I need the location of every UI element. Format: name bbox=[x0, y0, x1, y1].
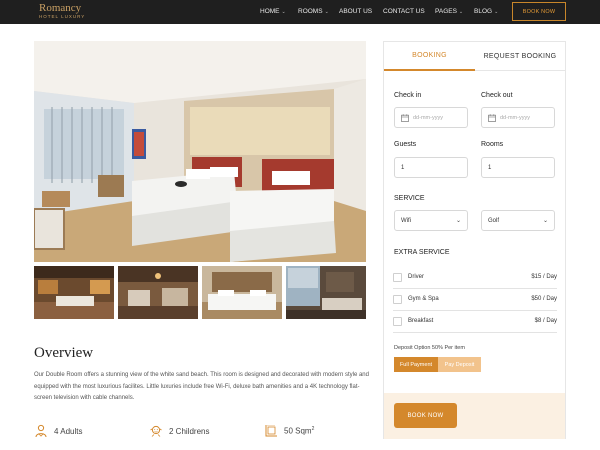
feature-adults-label: 4 Adults bbox=[54, 426, 83, 436]
rooms-label: Rooms bbox=[481, 141, 504, 148]
full-payment-button[interactable]: Full Payment bbox=[394, 357, 438, 372]
deposit-option-label: Deposit Option 50% Per item bbox=[394, 345, 465, 351]
brand-name: Romancy bbox=[39, 2, 82, 14]
chevron-down-icon: ⌄ bbox=[458, 9, 464, 15]
pay-deposit-button[interactable]: Pay Deposit bbox=[438, 357, 481, 372]
service-select-2[interactable]: Golf ⌄ bbox=[481, 210, 555, 231]
extra-service-price: $15 / Day bbox=[531, 274, 557, 280]
nav-item-home[interactable]: HOME ⌄ bbox=[260, 8, 286, 15]
adults-icon bbox=[35, 424, 47, 438]
check-out-label: Check out bbox=[481, 92, 513, 99]
feature-room-size-unit-sup: 2 bbox=[311, 426, 315, 433]
feature-adults: 4 Adults bbox=[34, 424, 82, 438]
calendar-icon bbox=[488, 113, 496, 122]
extra-service-label: EXTRA SERVICE bbox=[394, 249, 450, 256]
chevron-down-icon: ⌄ bbox=[324, 9, 329, 15]
service-label: SERVICE bbox=[394, 195, 425, 202]
extra-service-price: $50 / Day bbox=[531, 296, 557, 302]
room-thumbnail[interactable] bbox=[286, 266, 366, 319]
nav-item-pages[interactable]: PAGES ⌄ bbox=[435, 8, 463, 15]
room-thumbnail[interactable] bbox=[34, 266, 114, 319]
nav-item-contact[interactable]: CONTACT US bbox=[383, 8, 425, 15]
service-select-2-value: Golf bbox=[488, 217, 500, 224]
nav-item-rooms[interactable]: ROOMS ⌄ bbox=[298, 8, 329, 15]
check-in-field[interactable]: dd-mm-yyyy bbox=[394, 107, 468, 128]
guests-input[interactable]: 1 bbox=[394, 157, 468, 178]
room-thumbnail[interactable] bbox=[202, 266, 282, 319]
rooms-input[interactable]: 1 bbox=[481, 157, 555, 178]
overview-description: Our Double Room offers a stunning view o… bbox=[34, 372, 369, 401]
service-select-1-value: Wifi bbox=[401, 217, 411, 224]
extra-service-gym-spa[interactable]: Gym & Spa $50 / Day bbox=[393, 289, 557, 309]
book-now-button[interactable]: BOOK NOW bbox=[394, 403, 457, 428]
chevron-down-icon: ⌄ bbox=[281, 9, 286, 15]
childrens-icon bbox=[150, 425, 162, 437]
checkbox[interactable] bbox=[393, 272, 402, 282]
check-out-placeholder: dd-mm-yyyy bbox=[500, 114, 530, 121]
booking-panel: BOOKING REQUEST BOOKING Check in Check o… bbox=[383, 41, 566, 439]
extra-service-name: Gym & Spa bbox=[408, 296, 439, 302]
extra-service-name: Breakfast bbox=[408, 318, 434, 324]
feature-room-size: 50 Sqm2 bbox=[264, 424, 314, 438]
chevron-down-icon: ⌄ bbox=[494, 9, 499, 15]
tab-request-booking[interactable]: REQUEST BOOKING bbox=[475, 42, 565, 71]
feature-childrens: 2 Childrens bbox=[149, 424, 209, 438]
brand-logo[interactable]: Romancy HOTEL LUXURY bbox=[39, 3, 85, 20]
room-thumbnail[interactable] bbox=[118, 266, 198, 319]
top-navbar: Romancy HOTEL LUXURY HOME ⌄ ROOMS ⌄ ABOUT … bbox=[0, 0, 600, 24]
header-book-now-button[interactable]: BOOK NOW bbox=[512, 2, 566, 21]
divider bbox=[393, 332, 557, 333]
feature-room-size-label: 50 Sqm2 bbox=[284, 426, 315, 436]
checkbox[interactable] bbox=[393, 294, 402, 304]
room-main-image[interactable] bbox=[34, 41, 366, 262]
overview-title: Overview bbox=[34, 345, 94, 361]
chevron-down-icon: ⌄ bbox=[455, 218, 461, 224]
extra-service-price: $8 / Day bbox=[534, 318, 557, 324]
check-in-placeholder: dd-mm-yyyy bbox=[413, 114, 443, 121]
rooms-value: 1 bbox=[488, 164, 492, 171]
booking-tabs: BOOKING REQUEST BOOKING bbox=[384, 42, 565, 71]
tab-booking[interactable]: BOOKING bbox=[384, 42, 475, 71]
chevron-down-icon: ⌄ bbox=[542, 218, 548, 224]
nav-item-blog[interactable]: BLOG ⌄ bbox=[474, 8, 498, 15]
service-select-1[interactable]: Wifi ⌄ bbox=[394, 210, 468, 231]
checkbox[interactable] bbox=[393, 316, 402, 326]
check-in-label: Check in bbox=[394, 92, 422, 99]
check-out-field[interactable]: dd-mm-yyyy bbox=[481, 107, 555, 128]
feature-childrens-label: 2 Childrens bbox=[169, 426, 210, 436]
calendar-icon bbox=[401, 113, 409, 122]
extra-service-name: Driver bbox=[408, 274, 424, 280]
nav-item-about[interactable]: ABOUT US bbox=[339, 8, 372, 15]
brand-tagline: HOTEL LUXURY bbox=[39, 14, 86, 19]
extra-service-breakfast[interactable]: Breakfast $8 / Day bbox=[393, 311, 557, 331]
guests-label: Guests bbox=[394, 141, 417, 148]
guests-value: 1 bbox=[401, 164, 405, 171]
extra-service-driver[interactable]: Driver $15 / Day bbox=[393, 267, 557, 287]
room-size-icon bbox=[265, 425, 277, 437]
